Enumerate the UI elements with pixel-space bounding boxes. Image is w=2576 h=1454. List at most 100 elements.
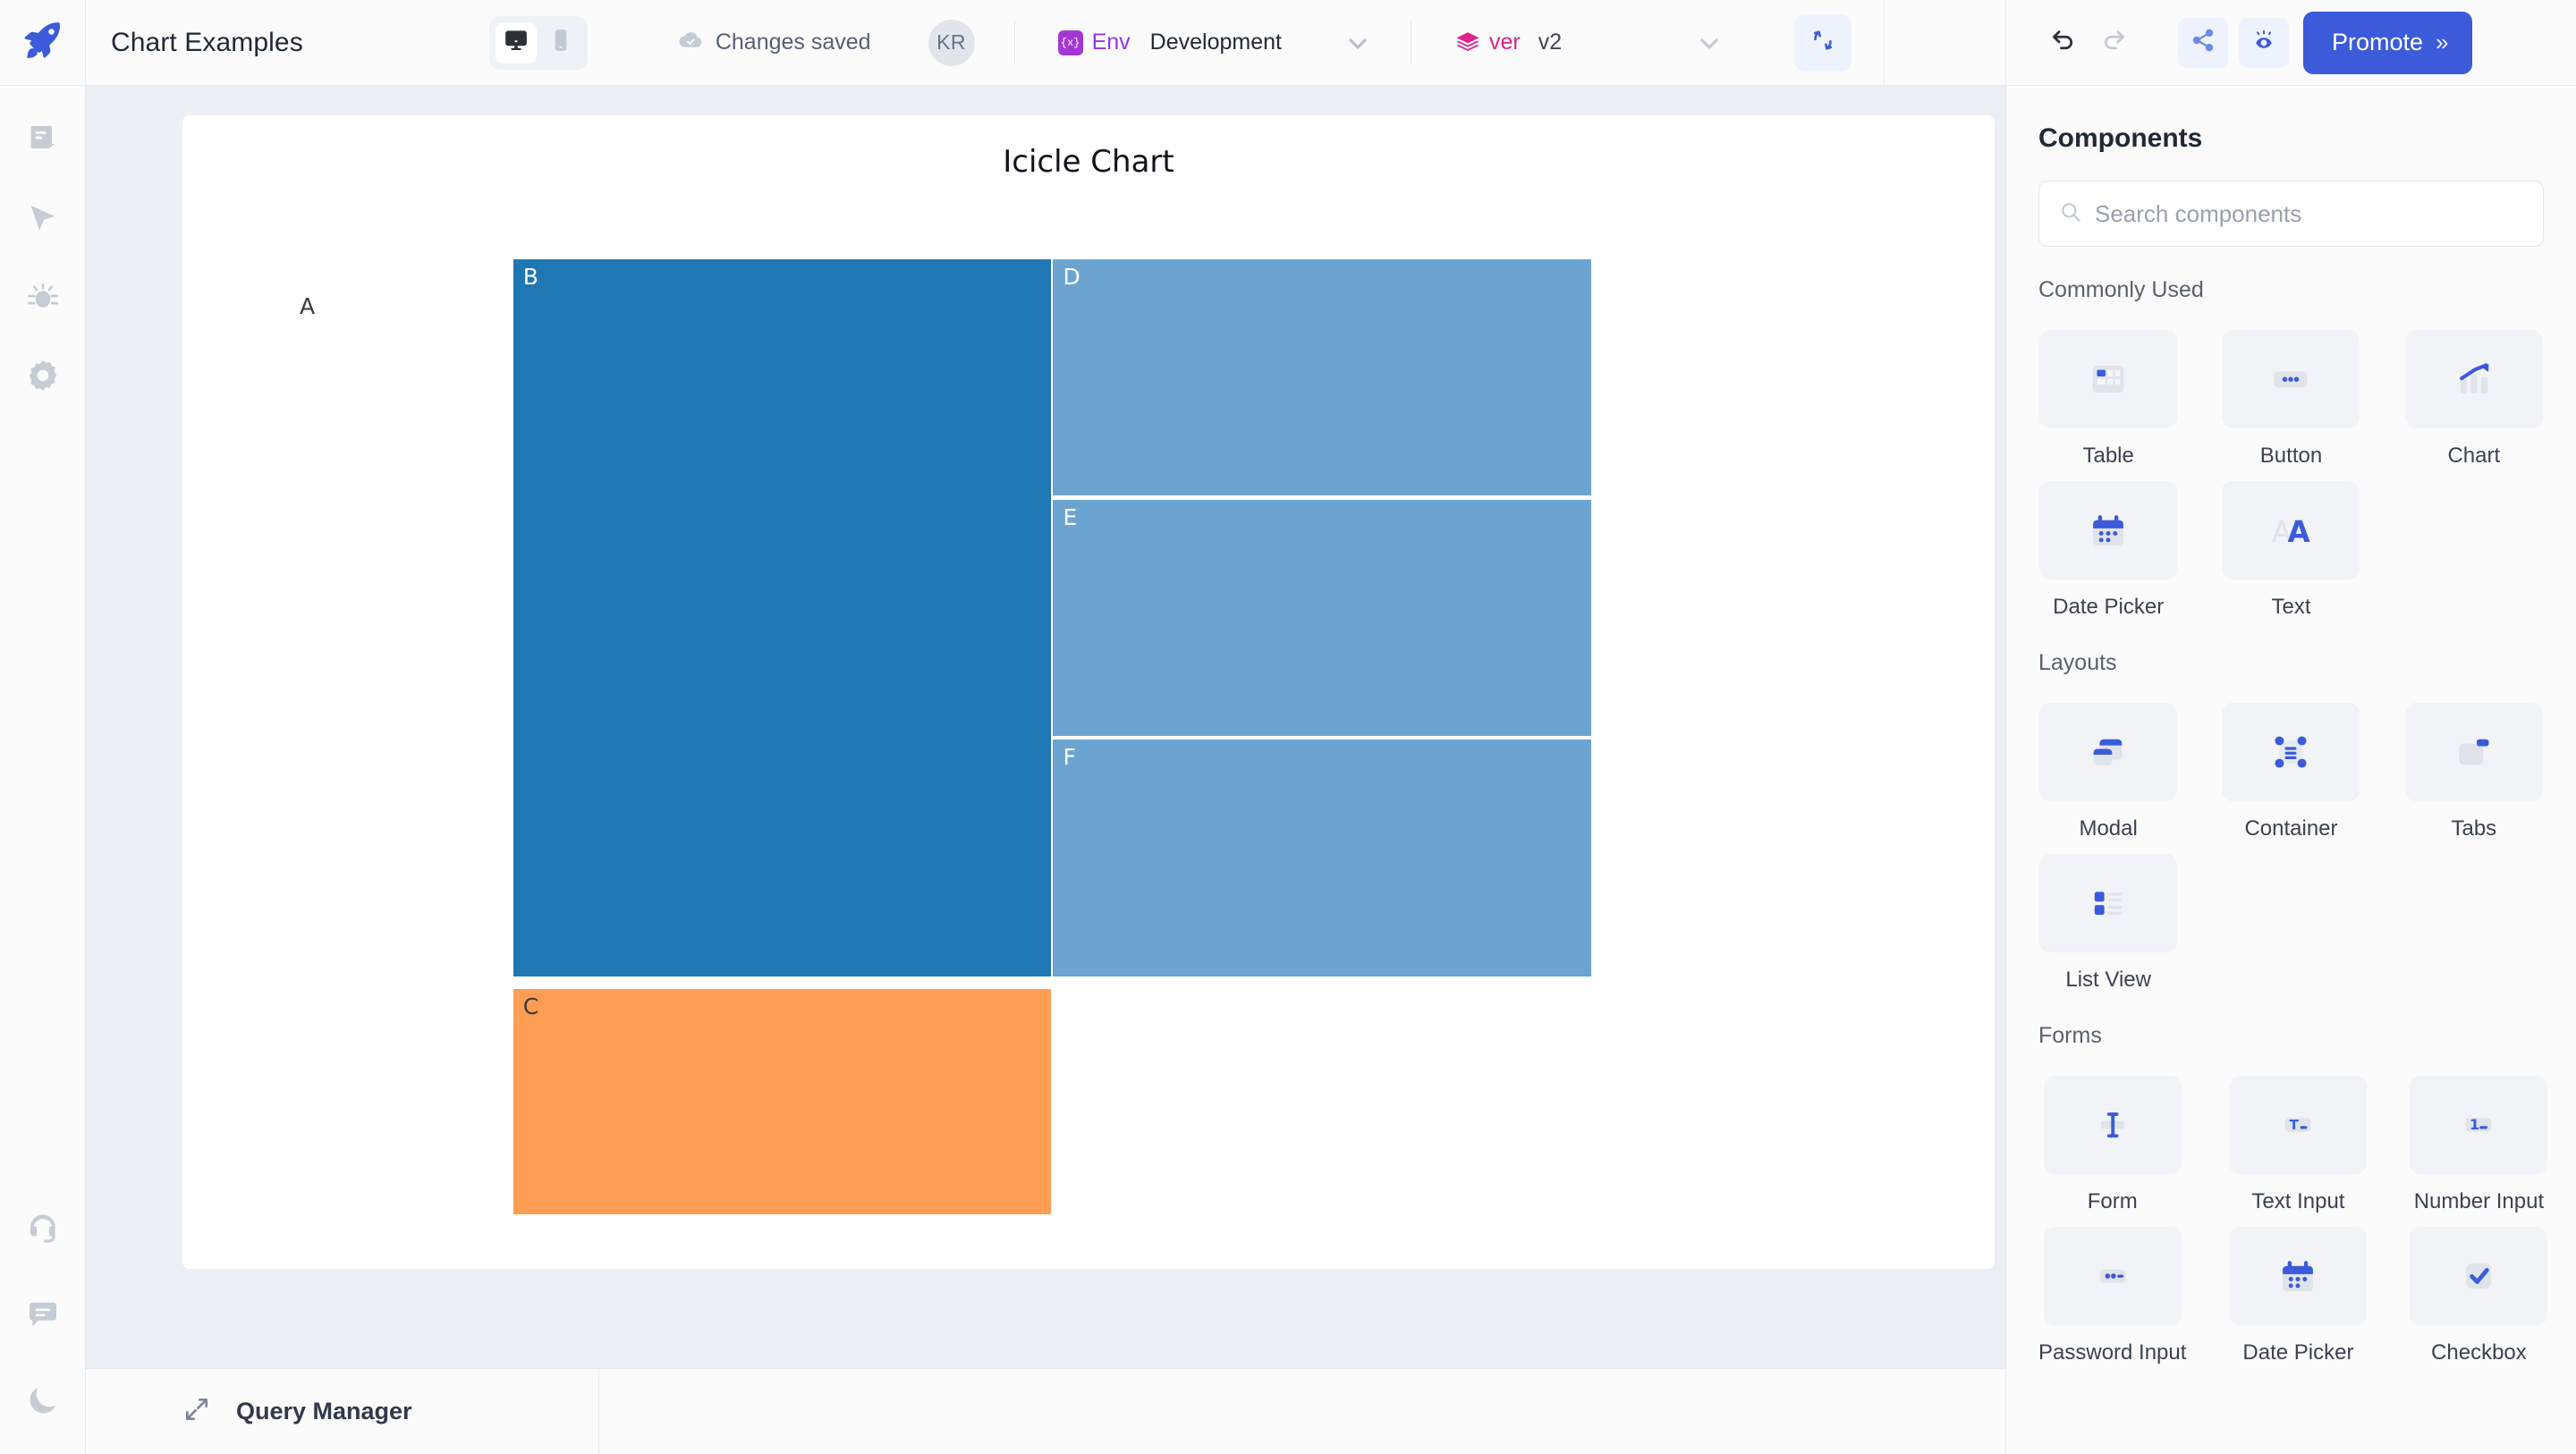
topbar: Chart Examples (86, 0, 2005, 86)
component-sections: Commonly Used Table Button Chart Date Picker… (2038, 277, 2544, 1365)
calendar-icon (2039, 481, 2177, 579)
button-icon (2222, 330, 2360, 428)
sidebar-item-support[interactable] (23, 1209, 63, 1248)
icicle-node-label: C (523, 995, 538, 1018)
component-item-list-view[interactable]: List View (2038, 841, 2178, 993)
component-item-text-input[interactable]: T Text Input (2229, 1063, 2367, 1214)
component-item-checkbox[interactable]: Checkbox (2410, 1214, 2547, 1365)
component-item-label: Text (2271, 595, 2310, 620)
section-grid: Modal Container Tabs List View (2038, 690, 2544, 993)
app-logo[interactable] (0, 0, 85, 86)
expand-diagonal-icon (182, 1395, 211, 1428)
component-item-label: List View (2065, 968, 2151, 993)
version-label: ver (1489, 30, 1521, 55)
promote-button[interactable]: Promote » (2303, 12, 2472, 74)
section-title: Layouts (2038, 650, 2544, 676)
component-item-container[interactable]: Container (2221, 690, 2360, 841)
svg-text:T: T (2290, 1117, 2300, 1133)
search-input[interactable] (2095, 200, 2523, 228)
page-title: Chart Examples (111, 28, 303, 58)
topbar-divider-3 (1884, 0, 1885, 86)
component-item-label: Chart (2447, 444, 2500, 469)
sidebar-item-settings[interactable] (23, 356, 63, 395)
gear-icon (25, 358, 61, 393)
sidebar-item-pages[interactable] (23, 120, 63, 159)
component-item-tabs[interactable]: Tabs (2404, 690, 2544, 841)
chevron-down-icon-version[interactable] (1696, 30, 1723, 56)
icicle-node-C[interactable]: C (513, 988, 1053, 1215)
chart-trend-icon (2405, 330, 2543, 428)
svg-text:1: 1 (2470, 1116, 2479, 1133)
share-icon (2190, 28, 2216, 57)
form-cursor-icon (2044, 1076, 2182, 1174)
sync-button[interactable] (1794, 14, 1852, 72)
preview-button[interactable] (2239, 18, 2289, 68)
component-item-chart[interactable]: Chart (2404, 317, 2544, 469)
icicle-node-F[interactable]: F (1052, 739, 1592, 976)
query-manager-toggle[interactable]: Query Manager (86, 1369, 599, 1454)
undo-icon (2050, 27, 2077, 58)
component-item-password-input[interactable]: Password Input (2038, 1214, 2186, 1365)
password-input-icon (2044, 1227, 2182, 1325)
promote-label: Promote (2332, 29, 2423, 56)
component-item-modal[interactable]: Modal (2038, 690, 2178, 841)
device-toggle (489, 16, 588, 70)
component-item-label: Date Picker (2053, 595, 2164, 620)
section-grid: Table Button Chart Date Picker AA Text (2038, 317, 2544, 620)
component-item-date-picker[interactable]: Date Picker (2229, 1214, 2367, 1365)
modal-icon (2039, 703, 2177, 801)
component-item-label: Text Input (2251, 1189, 2344, 1214)
icicle-node-E[interactable]: E (1052, 499, 1592, 737)
table-icon (2039, 330, 2177, 428)
share-button[interactable] (2178, 18, 2228, 68)
component-item-text[interactable]: AA Text (2221, 469, 2360, 620)
number-input-icon: 1 (2410, 1076, 2547, 1174)
container-icon (2222, 703, 2360, 801)
undo-button[interactable] (2038, 18, 2089, 68)
component-item-date-picker[interactable]: Date Picker (2038, 469, 2178, 620)
search-components-wrap[interactable] (2038, 181, 2544, 247)
mobile-icon (547, 27, 574, 58)
components-heading: Components (2038, 123, 2544, 154)
version-selector[interactable]: ver v2 (1454, 30, 1723, 56)
environment-tag: {x} Env (1058, 30, 1131, 55)
section-title: Commonly Used (2038, 277, 2544, 303)
component-item-form[interactable]: Form (2038, 1063, 2186, 1214)
left-rail-bottom-items (23, 1209, 63, 1454)
left-rail-top-items (23, 86, 63, 395)
save-status: Changes saved (677, 26, 871, 59)
components-panel-body: Components Commonly Used Table Button Chart… (2006, 86, 2576, 1454)
desktop-view-button[interactable] (496, 22, 537, 63)
canvas-card: Icicle Chart ABCDEF (182, 115, 1995, 1269)
bug-icon (25, 279, 61, 315)
icicle-node-label: B (523, 266, 538, 288)
sidebar-item-inspector[interactable] (23, 199, 63, 238)
component-item-label: Modal (2079, 816, 2137, 841)
environment-selector[interactable]: {x} Env Development (1058, 30, 1371, 56)
sidebar-item-debugger[interactable] (23, 277, 63, 317)
component-item-label: Checkbox (2431, 1340, 2527, 1365)
chat-bubble-icon (25, 1297, 61, 1332)
layers-icon (1454, 30, 1481, 56)
text-aa-icon: AA (2222, 481, 2360, 579)
double-chevron-right-icon: » (2436, 29, 2448, 56)
icicle-node-D[interactable]: D (1052, 258, 1592, 496)
center-column: Chart Examples (86, 0, 2005, 1454)
canvas[interactable]: Icicle Chart ABCDEF (86, 86, 2005, 1368)
mobile-view-button[interactable] (540, 22, 581, 63)
avatar[interactable]: KR (928, 20, 975, 66)
icicle-node-B[interactable]: B (513, 258, 1053, 977)
right-toolbar: Promote » (2006, 0, 2576, 86)
component-item-table[interactable]: Table (2038, 317, 2178, 469)
redo-button[interactable] (2089, 18, 2139, 68)
icicle-chart[interactable]: AB C DEF (182, 115, 1995, 1269)
components-panel: Promote » Components Commonly Used Table B… (2005, 0, 2576, 1454)
sidebar-item-comments[interactable] (23, 1295, 63, 1334)
component-item-number-input[interactable]: 1Number Input (2410, 1063, 2547, 1214)
headset-support-icon (25, 1211, 61, 1247)
icicle-node-A[interactable]: A (182, 258, 513, 1215)
component-item-button[interactable]: Button (2221, 317, 2360, 469)
chevron-down-icon[interactable] (1344, 30, 1371, 56)
sidebar-item-dark-mode[interactable] (23, 1381, 63, 1420)
preview-eye-icon (2251, 28, 2276, 57)
